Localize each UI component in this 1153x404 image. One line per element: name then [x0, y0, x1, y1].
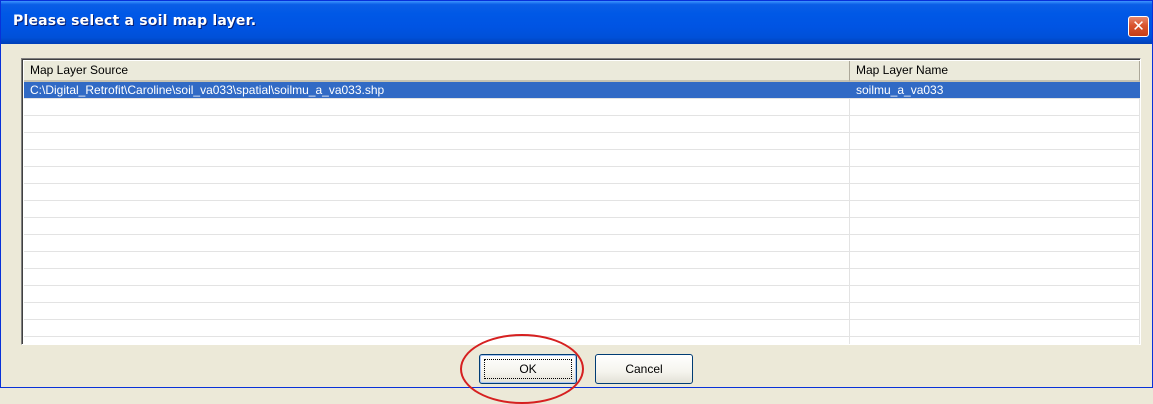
- empty-cell: [850, 320, 1140, 336]
- empty-row: [24, 320, 1140, 337]
- empty-cell: [24, 150, 850, 166]
- dialog-window: Please select a soil map layer. ✕ Map La…: [0, 0, 1153, 404]
- column-header-map-layer-name[interactable]: Map Layer Name: [850, 61, 1140, 82]
- empty-row: [24, 99, 1140, 116]
- layer-list[interactable]: Map Layer Source Map Layer Name C:\Digit…: [21, 58, 1141, 345]
- close-button[interactable]: ✕: [1128, 16, 1149, 37]
- cancel-button-label: Cancel: [625, 362, 663, 376]
- ok-button[interactable]: OK: [479, 354, 577, 384]
- empty-cell: [24, 133, 850, 149]
- empty-cell: [850, 133, 1140, 149]
- empty-cell: [850, 286, 1140, 302]
- empty-cell: [850, 167, 1140, 183]
- empty-cell: [850, 116, 1140, 132]
- empty-cell: [24, 303, 850, 319]
- empty-row: [24, 201, 1140, 218]
- empty-row: [24, 167, 1140, 184]
- empty-row: [24, 184, 1140, 201]
- empty-row: [24, 303, 1140, 320]
- close-icon: ✕: [1132, 17, 1145, 35]
- empty-cell: [850, 235, 1140, 251]
- empty-cell: [24, 269, 850, 285]
- list-header: Map Layer Source Map Layer Name: [24, 61, 1140, 82]
- empty-cell: [850, 269, 1140, 285]
- empty-row: [24, 269, 1140, 286]
- empty-cell: [24, 286, 850, 302]
- empty-cell: [850, 99, 1140, 115]
- empty-row: [24, 116, 1140, 133]
- table-row[interactable]: C:\Digital_Retrofit\Caroline\soil_va033\…: [24, 82, 1140, 99]
- empty-cell: [24, 235, 850, 251]
- cell-map-layer-source: C:\Digital_Retrofit\Caroline\soil_va033\…: [24, 82, 850, 98]
- empty-row: [24, 235, 1140, 252]
- empty-cell: [24, 201, 850, 217]
- title-bar[interactable]: Please select a soil map layer. ✕: [1, 1, 1152, 44]
- empty-row: [24, 252, 1140, 269]
- empty-cell: [24, 184, 850, 200]
- cancel-button[interactable]: Cancel: [595, 354, 693, 384]
- empty-row: [24, 133, 1140, 150]
- empty-row: [24, 286, 1140, 303]
- column-header-map-layer-source[interactable]: Map Layer Source: [24, 61, 850, 82]
- empty-cell: [850, 252, 1140, 268]
- empty-cell: [850, 150, 1140, 166]
- empty-row: [24, 150, 1140, 167]
- empty-cell: [24, 167, 850, 183]
- ok-button-label: OK: [519, 362, 537, 376]
- empty-cell: [24, 320, 850, 336]
- list-rows: C:\Digital_Retrofit\Caroline\soil_va033\…: [24, 82, 1140, 344]
- empty-cell: [850, 201, 1140, 217]
- empty-cell: [24, 116, 850, 132]
- empty-row: [24, 218, 1140, 235]
- empty-cell: [850, 303, 1140, 319]
- empty-cell: [850, 218, 1140, 234]
- empty-cell: [850, 184, 1140, 200]
- empty-cell: [24, 99, 850, 115]
- empty-row: [24, 337, 1140, 344]
- dialog-title: Please select a soil map layer.: [13, 13, 257, 29]
- empty-cell: [850, 337, 1140, 344]
- empty-cell: [24, 252, 850, 268]
- cell-map-layer-name: soilmu_a_va033: [850, 82, 1140, 98]
- empty-cell: [24, 218, 850, 234]
- empty-cell: [24, 337, 850, 344]
